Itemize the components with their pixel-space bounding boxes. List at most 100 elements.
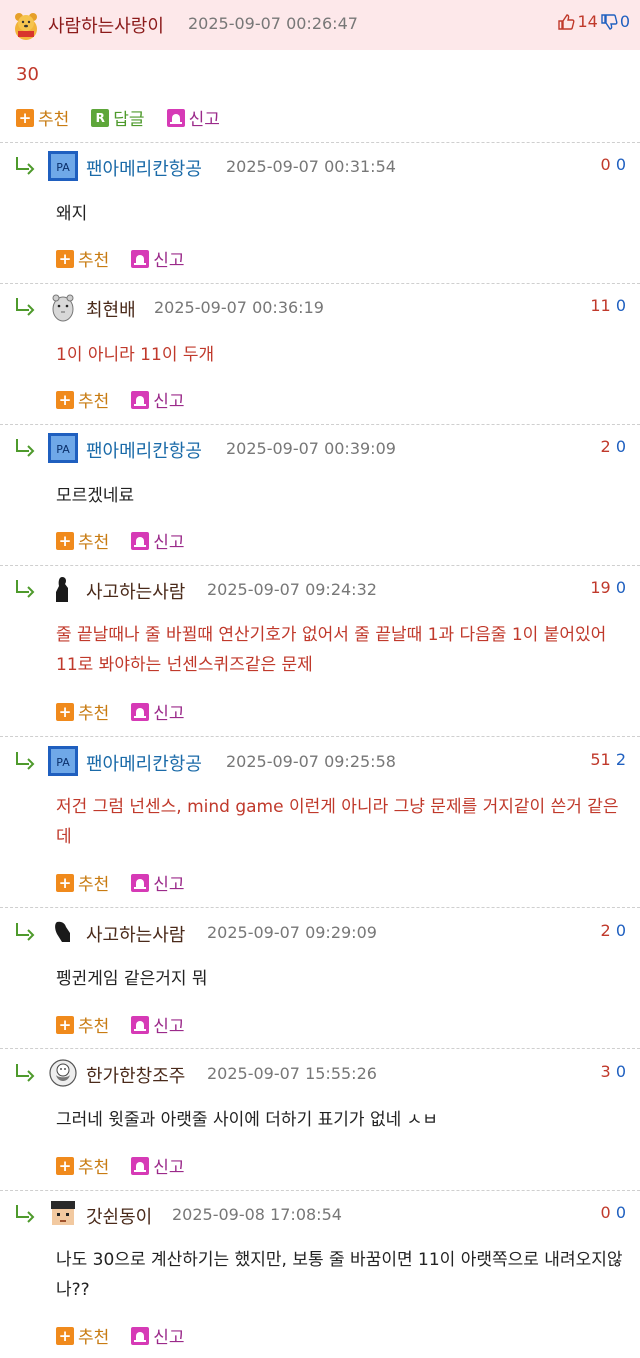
comment-text: 줄 끝날때나 줄 바뀔때 연산기호가 없어서 줄 끝날때 1과 다음줄 1이 붙… [56, 625, 607, 675]
comment-text: 그러네 윗줄과 아랫줄 사이에 더하기 표기가 없네 ㅅㅂ [56, 1110, 438, 1130]
comment-down-count: 0 [615, 1203, 626, 1222]
reply-arrow-icon [16, 1064, 35, 1082]
svg-text:PA: PA [56, 161, 70, 174]
comment-author[interactable]: 갓쉰동이 [86, 1203, 152, 1229]
comment-author[interactable]: 사고하는사람 [86, 921, 185, 947]
siren-icon [131, 1015, 150, 1034]
comment: 갓쉰동이 2025-09-08 17:08:54 0 0 나도 30으로 계산하… [0, 1193, 640, 1358]
comment-actions: + 추천 신고 [56, 699, 207, 724]
comment-text: 1이 아니라 11이 두개 [56, 345, 215, 365]
recommend-label: 추천 [78, 704, 110, 724]
post-header: 사람하는사랑이 2025-09-07 00:26:47 14 0 [0, 0, 640, 50]
svg-text:PA: PA [56, 756, 70, 769]
comment-date: 2025-09-07 00:36:19 [154, 298, 324, 317]
recommend-button[interactable]: + 추천 [56, 528, 109, 553]
thumbs-up-icon[interactable] [557, 13, 575, 31]
recommend-button[interactable]: + 추천 [56, 1153, 109, 1178]
recommend-button[interactable]: + 추천 [16, 105, 69, 130]
comment-actions: + 추천 신고 [56, 1323, 207, 1348]
plus-icon: + [56, 1326, 74, 1345]
plus-icon: + [56, 1015, 74, 1034]
comment-up-count: 3 [600, 1062, 611, 1081]
recommend-button[interactable]: + 추천 [56, 387, 109, 412]
comment: PA 팬아메리칸항공 2025-09-07 00:39:09 2 0 모르겠네료… [0, 427, 640, 564]
divider [0, 424, 640, 425]
comment-score: 0 0 [601, 155, 626, 174]
reply-arrow-icon [16, 752, 35, 770]
post-votes: 14 0 [557, 12, 630, 31]
reply-button[interactable]: R 답글 [91, 105, 145, 130]
siren-icon [131, 702, 150, 721]
comment-text: 나도 30으로 계산하기는 했지만, 보통 줄 바꿈이면 11이 아랫쪽으로 내… [56, 1250, 623, 1300]
comment-author[interactable]: 팬아메리칸항공 [86, 155, 202, 181]
comment-score: 2 0 [601, 437, 626, 456]
divider [0, 736, 640, 737]
report-button[interactable]: 신고 [131, 870, 185, 895]
post-author[interactable]: 사람하는사랑이 [48, 12, 164, 38]
comment-date: 2025-09-07 15:55:26 [207, 1064, 377, 1083]
comment: 최현배 2025-09-07 00:36:19 11 0 1이 아니라 11이 … [0, 286, 640, 423]
report-button[interactable]: 신고 [131, 699, 185, 724]
reply-arrow-icon [16, 1205, 35, 1223]
divider [0, 1190, 640, 1191]
comment: 사고하는사람 2025-09-07 09:29:09 2 0 펭귄게임 같은거지… [0, 911, 640, 1048]
comment-text: 저건 그럼 넌센스, mind game 이런게 아니라 그냥 문제를 거지같이… [56, 797, 619, 847]
report-button[interactable]: 신고 [131, 387, 185, 412]
comment: PA 팬아메리칸항공 2025-09-07 00:31:54 0 0 왜지 + 추… [0, 145, 640, 282]
comment-down-count: 0 [615, 155, 626, 174]
comment-author[interactable]: 팬아메리칸항공 [86, 437, 202, 463]
report-button[interactable]: 신고 [131, 246, 185, 271]
report-label: 신고 [153, 251, 185, 271]
comment-text: 왜지 [56, 204, 88, 224]
reply-arrow-icon [16, 439, 35, 457]
comment-down-count: 0 [615, 578, 626, 597]
recommend-label: 추천 [38, 110, 70, 130]
comment-down-count: 0 [615, 296, 626, 315]
report-button[interactable]: 신고 [131, 1323, 185, 1348]
plus-icon: + [56, 1156, 74, 1175]
comment-text: 모르겠네료 [56, 486, 135, 506]
report-button[interactable]: 신고 [131, 1153, 185, 1178]
recommend-label: 추천 [78, 251, 110, 271]
report-label: 신고 [153, 1158, 185, 1178]
comment-score: 11 0 [590, 296, 626, 315]
comment: PA 팬아메리칸항공 2025-09-07 09:25:58 51 2 저건 그… [0, 740, 640, 906]
comment-actions: + 추천 신고 [56, 1153, 207, 1178]
plus-icon: + [56, 249, 74, 268]
comment-author[interactable]: 최현배 [86, 296, 136, 322]
post-date: 2025-09-07 00:26:47 [188, 14, 358, 33]
comment-text: 펭귄게임 같은거지 뭐 [56, 969, 208, 989]
report-button[interactable]: 신고 [131, 1012, 185, 1037]
svg-text:PA: PA [56, 443, 70, 456]
report-button[interactable]: 신고 [131, 528, 185, 553]
thumbs-down-icon[interactable] [600, 13, 618, 31]
comment-author[interactable]: 팬아메리칸항공 [86, 750, 202, 776]
recommend-button[interactable]: + 추천 [56, 1012, 109, 1037]
divider [0, 283, 640, 284]
comment: 한가한창조주 2025-09-07 15:55:26 3 0 그러네 윗줄과 아… [0, 1052, 640, 1189]
recommend-button[interactable]: + 추천 [56, 1323, 109, 1348]
divider [0, 907, 640, 908]
comment-score: 3 0 [601, 1062, 626, 1081]
recommend-button[interactable]: + 추천 [56, 246, 109, 271]
hamster-avatar-icon [52, 294, 74, 322]
report-button[interactable]: 신고 [166, 105, 220, 130]
comment-author[interactable]: 한가한창조주 [86, 1062, 185, 1088]
comment-up-count: 11 [590, 296, 611, 315]
plus-icon: + [56, 702, 74, 721]
comment-date: 2025-09-07 00:39:09 [226, 439, 396, 458]
pan-am-avatar-icon: PA [48, 433, 78, 463]
comment-score: 51 2 [590, 750, 626, 769]
recommend-button[interactable]: + 추천 [56, 699, 109, 724]
reply-icon: R [91, 108, 110, 127]
comment-score: 19 0 [590, 578, 626, 597]
reply-arrow-icon [16, 580, 35, 598]
recommend-label: 추천 [78, 392, 110, 412]
comment-author[interactable]: 사고하는사람 [86, 578, 185, 604]
post-downvote-count: 0 [619, 12, 630, 31]
pan-am-avatar-icon: PA [48, 151, 78, 181]
comment-score: 0 0 [601, 1203, 626, 1222]
report-label: 신고 [153, 704, 185, 724]
recommend-button[interactable]: + 추천 [56, 870, 109, 895]
comment-actions: + 추천 신고 [56, 387, 207, 412]
